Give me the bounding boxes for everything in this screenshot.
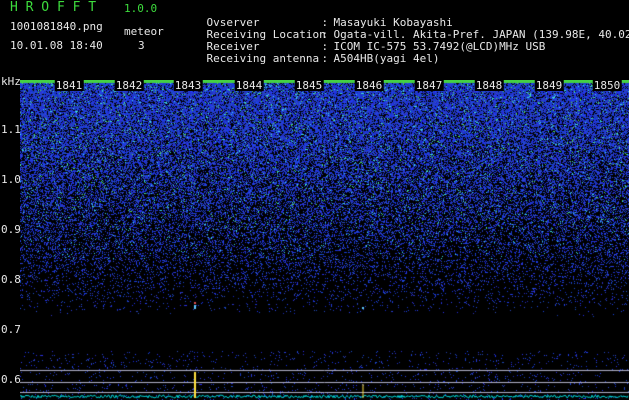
y-tick: 0.7 bbox=[1, 323, 21, 336]
y-tick: 0.9 bbox=[1, 223, 21, 236]
info-row-receiver: Receiver: ICOM IC-575 53.7492(@LCD)MHz US… bbox=[180, 29, 546, 53]
x-tick: 1849 bbox=[534, 79, 564, 92]
y-tick: 1.1 bbox=[1, 123, 21, 136]
app-version: 1.0.0 bbox=[124, 2, 158, 15]
y-axis: kHz 1.1 1.0 0.9 0.8 0.7 0.6 bbox=[0, 76, 22, 400]
y-axis-unit: kHz bbox=[1, 75, 21, 88]
file-name: 1001081840.png bbox=[10, 20, 103, 33]
info-row-location: Receiving Location: Ogata-vill. Akita-Pre… bbox=[180, 17, 629, 41]
x-tick: 1842 bbox=[114, 79, 144, 92]
info-sep: : bbox=[321, 52, 329, 65]
spectrogram bbox=[20, 80, 629, 400]
x-tick: 1850 bbox=[592, 79, 622, 92]
y-tick: 0.8 bbox=[1, 273, 21, 286]
x-tick: 1848 bbox=[474, 79, 504, 92]
x-tick: 1844 bbox=[234, 79, 264, 92]
info-row-antenna: Receiving antenna: A504HB(yagi 4el) bbox=[180, 41, 440, 65]
meteor-count: 3 bbox=[138, 39, 145, 52]
x-tick: 1846 bbox=[354, 79, 384, 92]
info-key: Receiving antenna bbox=[206, 52, 320, 65]
meteor-label: meteor bbox=[124, 25, 164, 38]
app-title: H R O F F T bbox=[10, 0, 97, 15]
info-row-observer: Ovserver: Masayuki Kobayashi bbox=[180, 5, 453, 29]
y-tick: 1.0 bbox=[1, 173, 21, 186]
x-tick: 1843 bbox=[173, 79, 203, 92]
y-tick: 0.6 bbox=[1, 373, 21, 386]
x-tick: 1845 bbox=[294, 79, 324, 92]
info-value: A504HB(yagi 4el) bbox=[333, 52, 440, 65]
x-tick: 1847 bbox=[414, 79, 444, 92]
datetime: 10.01.08 18:40 bbox=[10, 39, 103, 52]
x-tick: 1841 bbox=[54, 79, 84, 92]
